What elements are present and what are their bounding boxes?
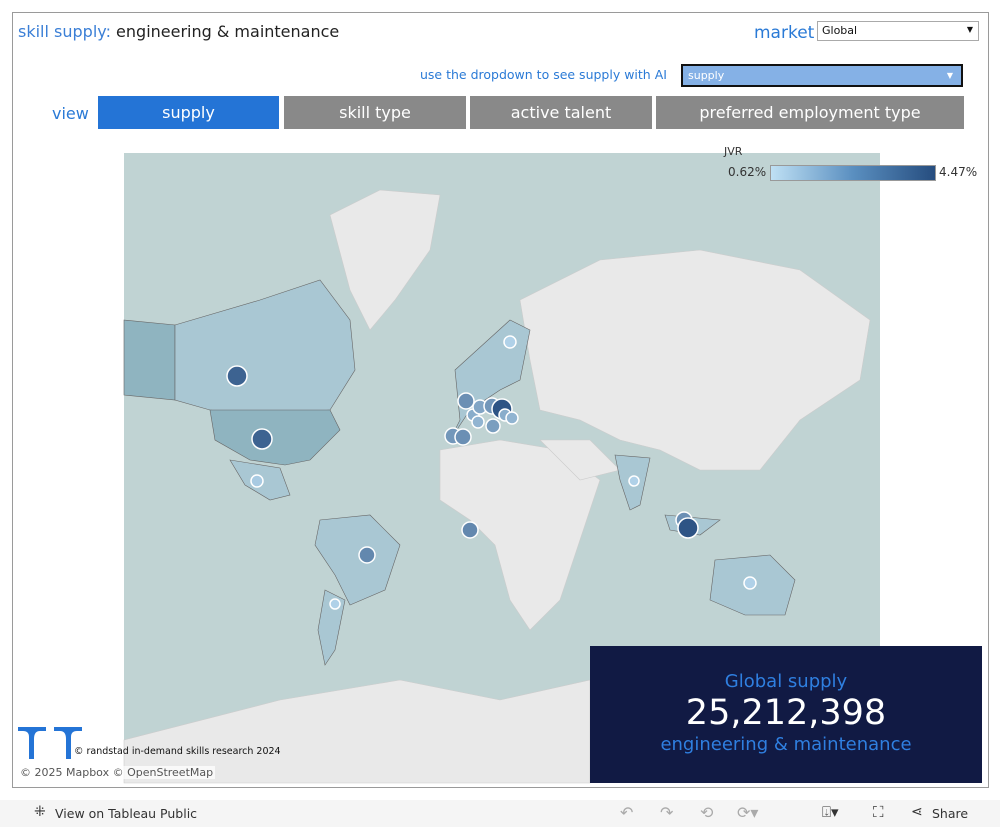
kpi-skill: engineering & maintenance [660, 734, 912, 755]
marker-indonesia[interactable] [677, 517, 699, 539]
marker-united-states[interactable] [251, 428, 273, 450]
undo-icon[interactable]: ↶ [620, 803, 633, 822]
marker-united-kingdom[interactable] [457, 392, 475, 410]
marker-india[interactable] [628, 475, 640, 487]
marker-hungary[interactable] [505, 411, 519, 425]
kpi-panel: Global supply 25,212,398 engineering & m… [590, 646, 982, 783]
marker-mexico[interactable] [250, 474, 264, 488]
map-attribution[interactable]: © 2025 Mapbox © OpenStreetMap [18, 766, 216, 779]
view-on-tableau-link[interactable]: View on Tableau Public [55, 806, 197, 821]
marker-switzerland[interactable] [471, 415, 485, 429]
marker-spain[interactable] [454, 428, 472, 446]
share-icon[interactable]: ⋖ [911, 804, 923, 820]
marker-argentina[interactable] [329, 598, 341, 610]
marker-nigeria[interactable] [461, 521, 479, 539]
marker-italy[interactable] [485, 418, 501, 434]
legend-max: 4.47% [939, 165, 978, 179]
legend-gradient [770, 165, 936, 181]
share-button[interactable]: Share [932, 806, 968, 821]
marker-sweden[interactable] [503, 335, 517, 349]
legend-title: JVR [724, 145, 743, 158]
alaska [123, 319, 176, 401]
revert-icon[interactable]: ⟲ [700, 803, 713, 822]
legend-min: 0.62% [728, 165, 767, 179]
kpi-title: Global supply [724, 671, 848, 692]
marker-canada[interactable] [226, 365, 248, 387]
refresh-icon[interactable]: ⟳▾ [737, 803, 758, 822]
download-icon[interactable]: ⍗▾ [822, 803, 839, 821]
randstad-logo [18, 727, 82, 759]
redo-icon[interactable]: ↷ [660, 803, 673, 822]
tableau-toolbar: ⁜ View on Tableau Public ↶ ↷ ⟲ ⟳▾ ⍗▾ ⛶ ⋖… [0, 800, 1000, 827]
copyright-text: © randstad in-demand skills research 202… [74, 746, 281, 757]
kpi-value: 25,212,398 [685, 693, 887, 733]
fullscreen-icon[interactable]: ⛶ [873, 803, 884, 821]
marker-australia[interactable] [743, 576, 757, 590]
marker-brazil[interactable] [358, 546, 376, 564]
tableau-icon: ⁜ [34, 804, 46, 820]
